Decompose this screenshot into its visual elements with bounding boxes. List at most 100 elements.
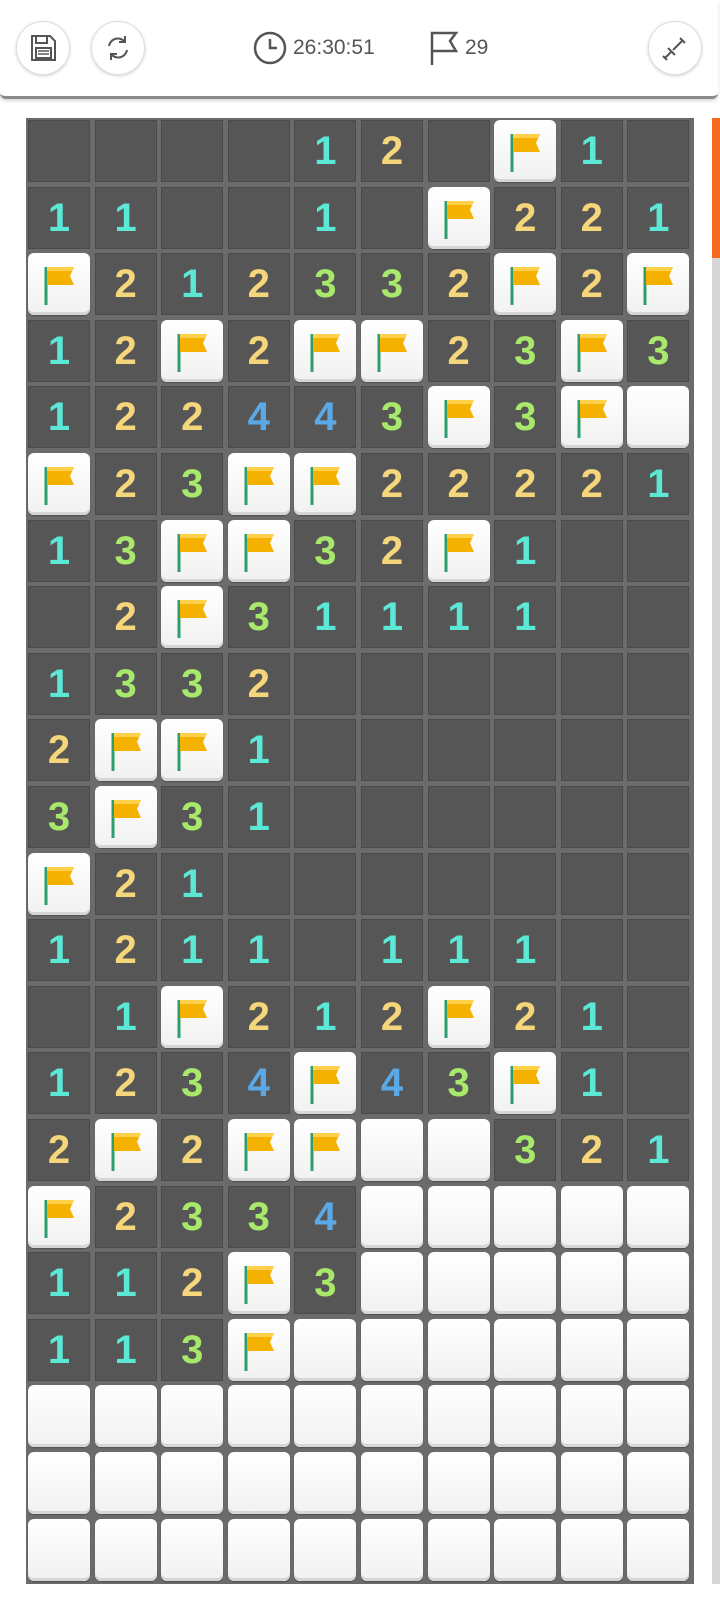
cell-unrevealed[interactable] <box>361 1185 423 1248</box>
cell-number[interactable]: 2 <box>227 985 290 1048</box>
cell-number[interactable]: 1 <box>161 852 224 915</box>
cell-empty[interactable] <box>294 786 357 848</box>
cell-flagged[interactable] <box>28 453 90 515</box>
cell-number[interactable]: 4 <box>227 1052 290 1115</box>
cell-unrevealed[interactable] <box>94 1518 157 1581</box>
cell-flagged[interactable] <box>161 519 224 582</box>
cell-flagged[interactable] <box>161 586 224 649</box>
cell-number[interactable]: 1 <box>227 786 290 848</box>
cell-number[interactable]: 2 <box>427 253 490 316</box>
cell-number[interactable]: 2 <box>227 253 290 316</box>
cell-unrevealed[interactable] <box>361 1452 423 1514</box>
cell-number[interactable]: 2 <box>94 919 157 982</box>
cell-unrevealed[interactable] <box>427 1185 490 1248</box>
cell-flagged[interactable] <box>294 1119 357 1181</box>
cell-number[interactable]: 3 <box>294 253 357 316</box>
cell-empty[interactable] <box>427 852 490 915</box>
cell-number[interactable]: 2 <box>94 253 157 316</box>
cell-unrevealed[interactable] <box>161 1452 224 1514</box>
cell-number[interactable]: 3 <box>427 1052 490 1115</box>
cell-number[interactable]: 3 <box>161 1052 224 1115</box>
cell-number[interactable]: 1 <box>94 186 157 249</box>
cell-flagged[interactable] <box>161 319 224 382</box>
cell-unrevealed[interactable] <box>494 1318 557 1381</box>
cell-number[interactable]: 4 <box>294 1185 357 1248</box>
cell-flagged[interactable] <box>494 1052 557 1115</box>
cell-number[interactable]: 1 <box>627 186 690 249</box>
cell-empty[interactable] <box>627 985 690 1048</box>
cell-flagged[interactable] <box>361 319 423 382</box>
cell-number[interactable]: 3 <box>494 319 557 382</box>
cell-empty[interactable] <box>560 919 623 982</box>
cell-flagged[interactable] <box>294 1052 357 1115</box>
cell-number[interactable]: 1 <box>28 652 90 715</box>
cell-flagged[interactable] <box>94 786 157 848</box>
cell-number[interactable]: 2 <box>427 319 490 382</box>
cell-empty[interactable] <box>560 519 623 582</box>
cell-flagged[interactable] <box>560 386 623 449</box>
cell-empty[interactable] <box>494 719 557 782</box>
cell-empty[interactable] <box>361 719 423 782</box>
cell-unrevealed[interactable] <box>494 1385 557 1448</box>
cell-unrevealed[interactable] <box>627 386 690 449</box>
cell-empty[interactable] <box>494 786 557 848</box>
cell-number[interactable]: 3 <box>94 652 157 715</box>
cell-unrevealed[interactable] <box>427 1318 490 1381</box>
cell-number[interactable]: 1 <box>294 586 357 649</box>
cell-empty[interactable] <box>427 786 490 848</box>
cell-number[interactable]: 3 <box>294 1252 357 1315</box>
cell-number[interactable]: 1 <box>361 586 423 649</box>
cell-empty[interactable] <box>627 852 690 915</box>
cell-number[interactable]: 2 <box>94 1185 157 1248</box>
cell-empty[interactable] <box>28 985 90 1048</box>
cell-empty[interactable] <box>361 652 423 715</box>
cell-number[interactable]: 2 <box>161 386 224 449</box>
cell-flagged[interactable] <box>294 319 357 382</box>
save-button[interactable] <box>16 21 70 75</box>
cell-flagged[interactable] <box>494 253 557 316</box>
cell-empty[interactable] <box>627 786 690 848</box>
cell-number[interactable]: 2 <box>560 453 623 515</box>
cell-unrevealed[interactable] <box>361 1518 423 1581</box>
cell-number[interactable]: 1 <box>28 386 90 449</box>
cell-flagged[interactable] <box>227 1252 290 1315</box>
cell-number[interactable]: 2 <box>361 453 423 515</box>
cell-number[interactable]: 1 <box>28 319 90 382</box>
cell-empty[interactable] <box>28 586 90 649</box>
cell-number[interactable]: 2 <box>494 453 557 515</box>
cell-number[interactable]: 4 <box>361 1052 423 1115</box>
cell-number[interactable]: 2 <box>361 519 423 582</box>
cell-flagged[interactable] <box>427 186 490 249</box>
cell-number[interactable]: 1 <box>28 1318 90 1381</box>
cell-flagged[interactable] <box>28 253 90 316</box>
cell-unrevealed[interactable] <box>627 1185 690 1248</box>
cell-flagged[interactable] <box>560 319 623 382</box>
cell-number[interactable]: 1 <box>494 919 557 982</box>
cell-flagged[interactable] <box>227 519 290 582</box>
cell-unrevealed[interactable] <box>494 1252 557 1315</box>
cell-number[interactable]: 2 <box>94 453 157 515</box>
cell-empty[interactable] <box>560 586 623 649</box>
cell-number[interactable]: 2 <box>94 1052 157 1115</box>
cell-number[interactable]: 3 <box>227 1185 290 1248</box>
cell-empty[interactable] <box>294 652 357 715</box>
cell-number[interactable]: 3 <box>28 786 90 848</box>
cell-empty[interactable] <box>560 852 623 915</box>
cell-number[interactable]: 2 <box>94 386 157 449</box>
restart-button[interactable] <box>91 21 145 75</box>
cell-empty[interactable] <box>627 919 690 982</box>
cell-unrevealed[interactable] <box>28 1385 90 1448</box>
cell-empty[interactable] <box>227 120 290 182</box>
cell-empty[interactable] <box>161 120 224 182</box>
cell-empty[interactable] <box>361 852 423 915</box>
cell-number[interactable]: 2 <box>560 1119 623 1181</box>
cell-unrevealed[interactable] <box>627 1518 690 1581</box>
cell-number[interactable]: 1 <box>427 919 490 982</box>
cell-number[interactable]: 2 <box>361 120 423 182</box>
cell-number[interactable]: 2 <box>161 1252 224 1315</box>
cell-number[interactable]: 1 <box>294 985 357 1048</box>
cell-flagged[interactable] <box>28 852 90 915</box>
cell-empty[interactable] <box>560 719 623 782</box>
cell-number[interactable]: 1 <box>427 586 490 649</box>
cell-flagged[interactable] <box>494 120 557 182</box>
